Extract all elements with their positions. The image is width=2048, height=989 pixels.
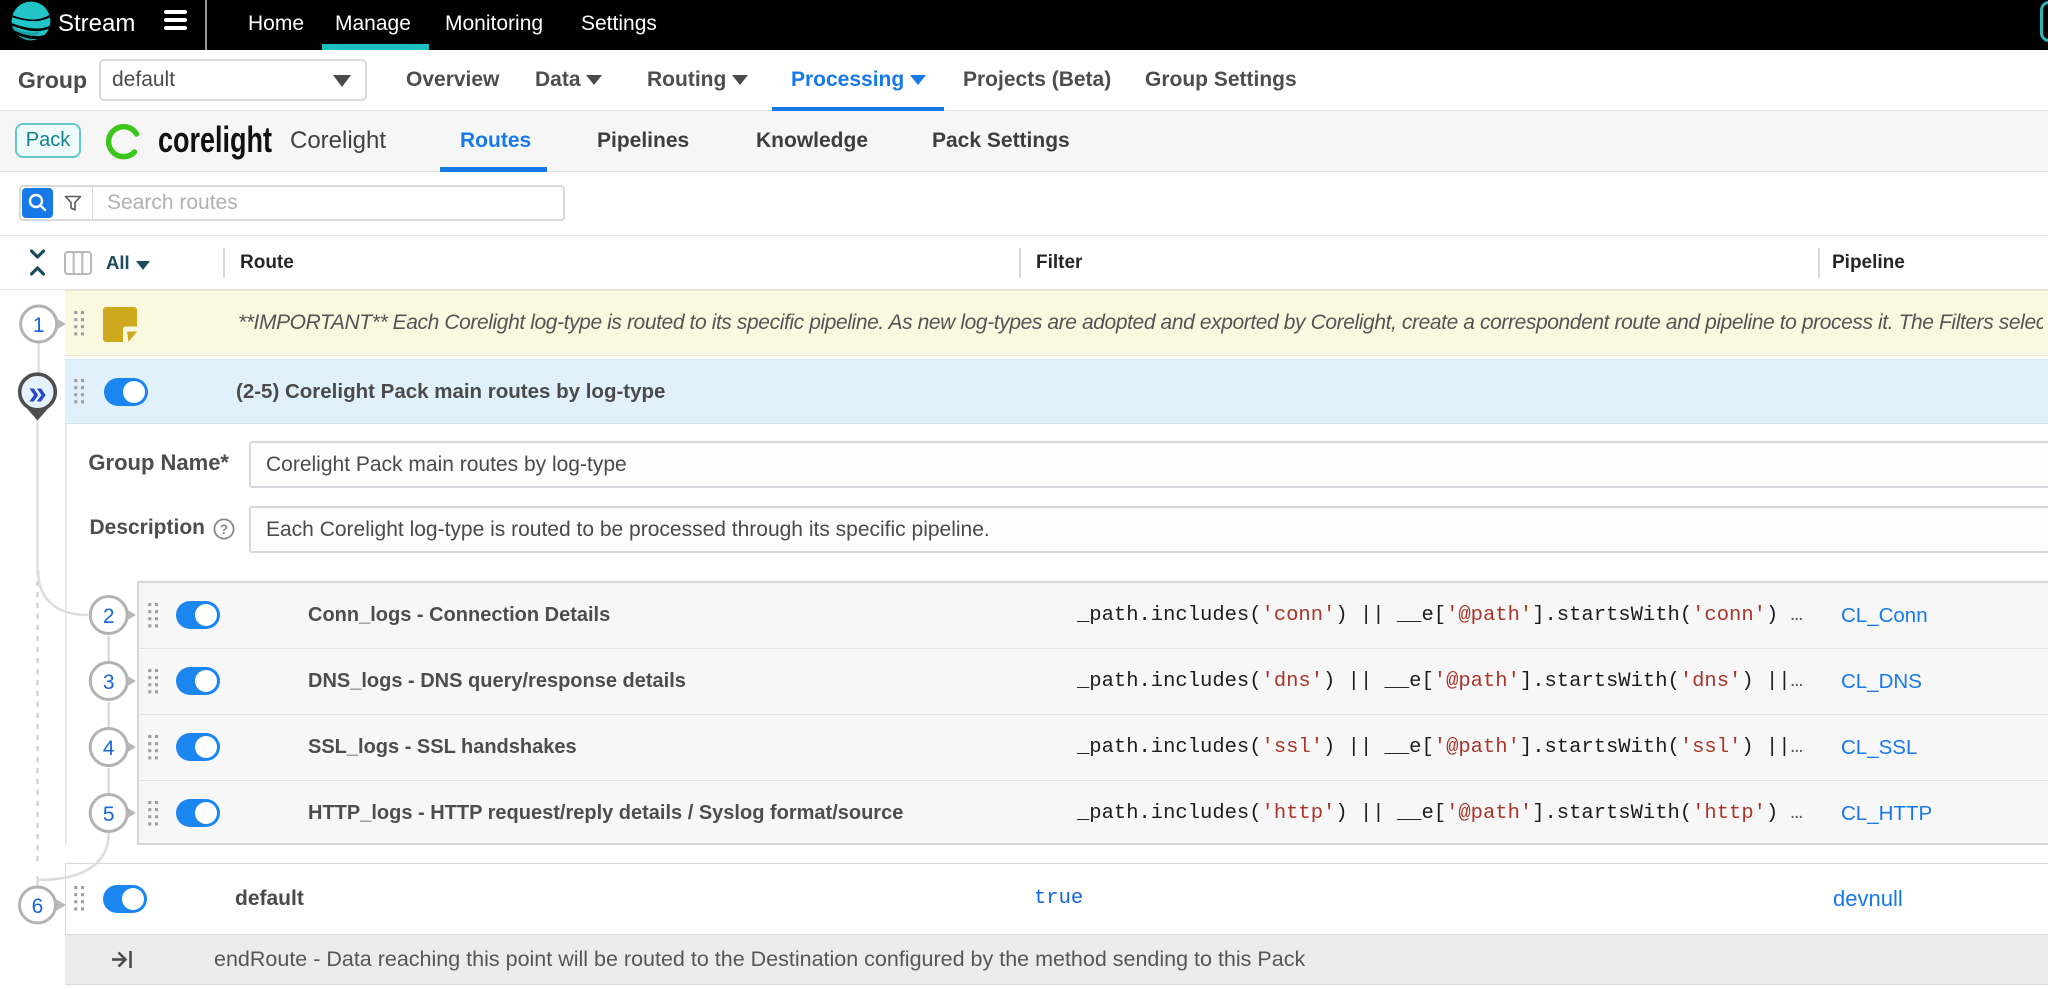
svg-text:»: » [28,374,46,411]
svg-text:2: 2 [103,605,115,628]
svg-text:4: 4 [103,737,115,760]
svg-text:6: 6 [32,895,44,918]
svg-text:1: 1 [33,314,45,337]
svg-text:5: 5 [103,803,115,826]
svg-text:3: 3 [103,671,115,694]
svg-text:?: ? [220,522,228,537]
